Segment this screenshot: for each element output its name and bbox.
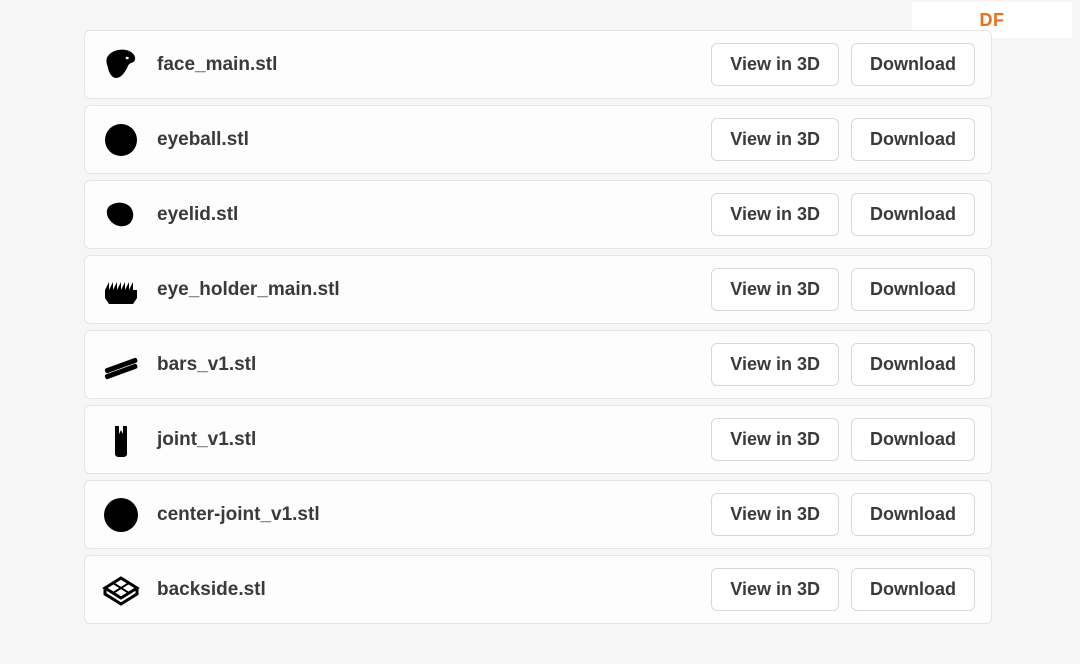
- filename-label: eye_holder_main.stl: [157, 279, 340, 301]
- ball-icon: [101, 120, 141, 160]
- view-3d-button[interactable]: View in 3D: [711, 43, 839, 86]
- file-row: eye_holder_main.stl View in 3D Download: [84, 255, 992, 324]
- view-3d-button[interactable]: View in 3D: [711, 418, 839, 461]
- filename-label: eyelid.stl: [157, 204, 238, 226]
- view-3d-button[interactable]: View in 3D: [711, 343, 839, 386]
- file-row: backside.stl View in 3D Download: [84, 555, 992, 624]
- download-button[interactable]: Download: [851, 118, 975, 161]
- file-row-left: eye_holder_main.stl: [101, 270, 340, 310]
- download-button[interactable]: Download: [851, 493, 975, 536]
- plate-icon: [101, 570, 141, 610]
- file-row: joint_v1.stl View in 3D Download: [84, 405, 992, 474]
- view-3d-button[interactable]: View in 3D: [711, 118, 839, 161]
- filename-label: center-joint_v1.stl: [157, 504, 320, 526]
- joint-icon: [101, 420, 141, 460]
- file-row: center-joint_v1.stl View in 3D Download: [84, 480, 992, 549]
- file-row-actions: View in 3D Download: [711, 568, 975, 611]
- view-3d-button[interactable]: View in 3D: [711, 268, 839, 311]
- file-row-actions: View in 3D Download: [711, 118, 975, 161]
- bars-icon: [101, 345, 141, 385]
- file-list: face_main.stl View in 3D Download eyebal…: [84, 30, 992, 630]
- file-row: eyelid.stl View in 3D Download: [84, 180, 992, 249]
- file-row-left: backside.stl: [101, 570, 266, 610]
- file-row: bars_v1.stl View in 3D Download: [84, 330, 992, 399]
- ball-icon: [101, 495, 141, 535]
- file-row-actions: View in 3D Download: [711, 343, 975, 386]
- filename-label: eyeball.stl: [157, 129, 249, 151]
- file-row-left: center-joint_v1.stl: [101, 495, 320, 535]
- download-button[interactable]: Download: [851, 43, 975, 86]
- filename-label: joint_v1.stl: [157, 429, 256, 451]
- file-row-left: bars_v1.stl: [101, 345, 256, 385]
- download-button[interactable]: Download: [851, 418, 975, 461]
- file-row-left: eyelid.stl: [101, 195, 238, 235]
- download-button[interactable]: Download: [851, 268, 975, 311]
- file-row-left: joint_v1.stl: [101, 420, 256, 460]
- download-button[interactable]: Download: [851, 193, 975, 236]
- file-row-actions: View in 3D Download: [711, 418, 975, 461]
- filename-label: backside.stl: [157, 579, 266, 601]
- file-row-actions: View in 3D Download: [711, 43, 975, 86]
- download-button[interactable]: Download: [851, 568, 975, 611]
- badge-text: DF: [980, 10, 1005, 31]
- filename-label: bars_v1.stl: [157, 354, 256, 376]
- filename-label: face_main.stl: [157, 54, 277, 76]
- view-3d-button[interactable]: View in 3D: [711, 493, 839, 536]
- face-icon: [101, 45, 141, 85]
- download-button[interactable]: Download: [851, 343, 975, 386]
- file-row-actions: View in 3D Download: [711, 193, 975, 236]
- file-row-left: eyeball.stl: [101, 120, 249, 160]
- file-row-actions: View in 3D Download: [711, 493, 975, 536]
- eyelid-icon: [101, 195, 141, 235]
- view-3d-button[interactable]: View in 3D: [711, 568, 839, 611]
- file-row: face_main.stl View in 3D Download: [84, 30, 992, 99]
- file-row-actions: View in 3D Download: [711, 268, 975, 311]
- file-row: eyeball.stl View in 3D Download: [84, 105, 992, 174]
- view-3d-button[interactable]: View in 3D: [711, 193, 839, 236]
- file-row-left: face_main.stl: [101, 45, 277, 85]
- holder-icon: [101, 270, 141, 310]
